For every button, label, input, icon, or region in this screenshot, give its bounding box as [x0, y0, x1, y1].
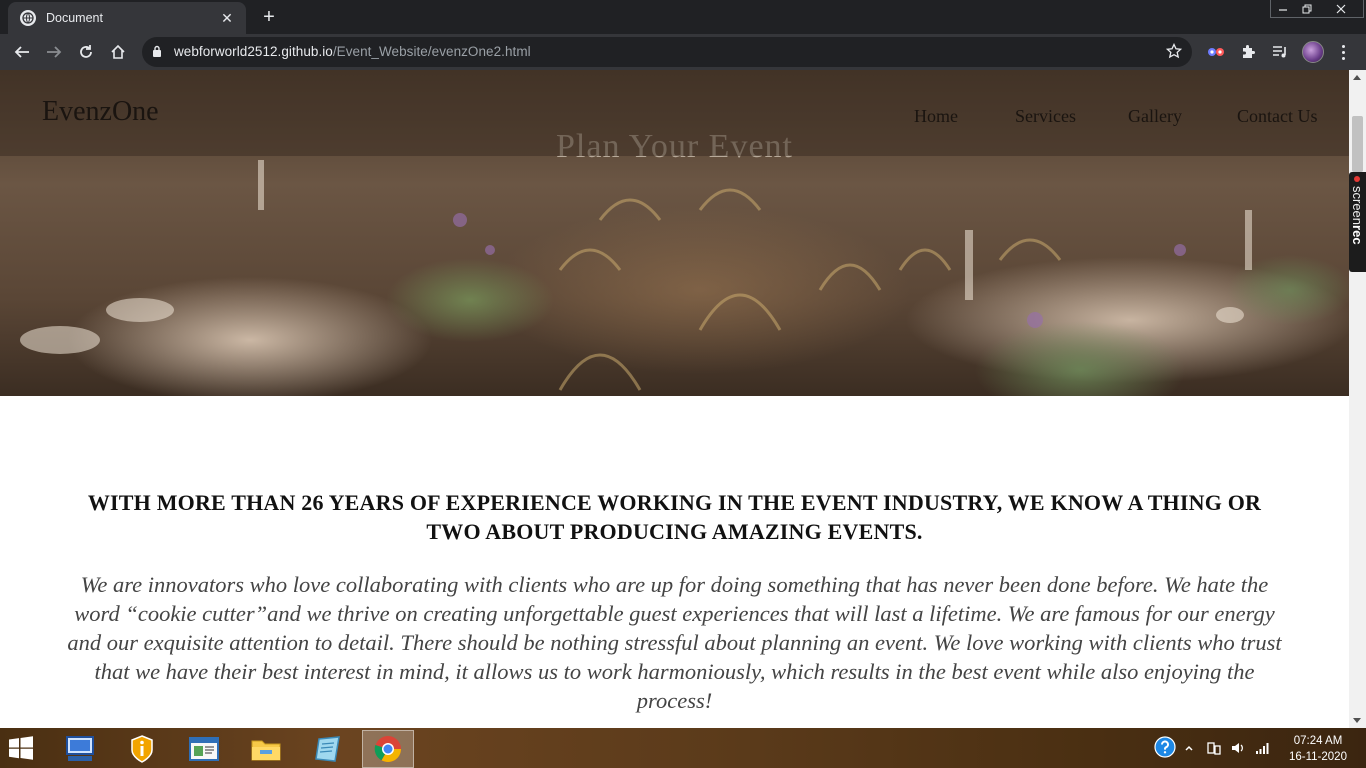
url-host: webforworld2512.github.io	[174, 44, 333, 59]
page-viewport: Plan Your Event EvenzOne Home Services G…	[0, 70, 1349, 728]
scroll-thumb[interactable]	[1352, 116, 1363, 172]
media-queue-icon[interactable]	[1270, 42, 1290, 62]
document-viewer-icon[interactable]	[178, 730, 230, 768]
tab-title: Document	[46, 11, 103, 25]
volume-icon[interactable]	[1230, 738, 1246, 758]
lock-icon	[152, 45, 162, 63]
globe-icon	[20, 10, 36, 26]
address-bar[interactable]: webforworld2512.github.io/Event_Website/…	[142, 37, 1192, 67]
chrome-taskbar-icon[interactable]	[362, 730, 414, 768]
browser-toolbar: webforworld2512.github.io/Event_Website/…	[0, 34, 1366, 70]
forward-arrow-icon[interactable]	[42, 40, 66, 64]
screenrec-label-light: screen	[1350, 186, 1365, 226]
menu-kebab-icon[interactable]	[1333, 42, 1353, 62]
site-navbar: EvenzOne Home Services Gallery Contact U…	[0, 70, 1349, 156]
home-icon[interactable]	[106, 40, 130, 64]
computer-app-icon[interactable]	[54, 730, 106, 768]
extension-icon[interactable]	[1206, 42, 1226, 62]
minimize-icon[interactable]	[1272, 0, 1294, 18]
url-text: webforworld2512.github.io/Event_Website/…	[174, 44, 531, 59]
windows-taskbar: 07:24 AM 16-11-2020	[0, 728, 1366, 768]
tray-chevron-icon[interactable]	[1184, 738, 1194, 758]
about-paragraph: We are innovators who love collaborating…	[67, 572, 1282, 713]
close-tab-icon[interactable]: ✕	[218, 9, 236, 27]
screenrec-label: screenrec	[1350, 186, 1365, 270]
window-close-icon[interactable]	[1320, 0, 1362, 18]
network-signal-icon[interactable]	[1254, 738, 1270, 758]
restore-icon[interactable]	[1296, 0, 1318, 18]
experience-headline: With more than 26 years of experience wo…	[87, 490, 1262, 544]
device-icon[interactable]	[1206, 738, 1222, 758]
file-explorer-icon[interactable]	[240, 730, 292, 768]
tab-strip: Document ✕ +	[0, 0, 1366, 34]
info-app-icon[interactable]	[116, 730, 168, 768]
scroll-down-icon[interactable]	[1353, 718, 1361, 723]
browser-tab[interactable]: Document ✕	[8, 2, 246, 34]
bookmark-star-icon[interactable]	[1165, 42, 1183, 64]
screenrec-label-bold: rec	[1350, 225, 1365, 245]
back-arrow-icon[interactable]	[10, 40, 34, 64]
clock-date: 16-11-2020	[1289, 751, 1347, 763]
reload-icon[interactable]	[74, 40, 98, 64]
nav-services[interactable]: Services	[1015, 106, 1076, 127]
screenrec-widget[interactable]: screenrec	[1349, 172, 1366, 272]
notes-app-icon[interactable]	[302, 730, 354, 768]
puzzle-extensions-icon[interactable]	[1238, 42, 1258, 62]
windows-start-icon[interactable]	[8, 736, 38, 762]
url-path: /Event_Website/evenzOne2.html	[332, 44, 531, 59]
help-icon[interactable]	[1154, 736, 1176, 758]
site-logo[interactable]: EvenzOne	[42, 96, 159, 128]
clock-time: 07:24 AM	[1293, 735, 1343, 747]
scroll-up-icon[interactable]	[1353, 75, 1361, 80]
nav-gallery[interactable]: Gallery	[1128, 106, 1182, 127]
record-dot-icon	[1354, 176, 1360, 182]
system-clock[interactable]: 07:24 AM 16-11-2020	[1282, 733, 1354, 765]
new-tab-button[interactable]: +	[256, 6, 282, 28]
profile-avatar[interactable]	[1302, 41, 1324, 63]
vertical-scrollbar[interactable]	[1349, 70, 1366, 728]
nav-contact[interactable]: Contact Us	[1237, 106, 1318, 127]
nav-home[interactable]: Home	[914, 106, 958, 127]
